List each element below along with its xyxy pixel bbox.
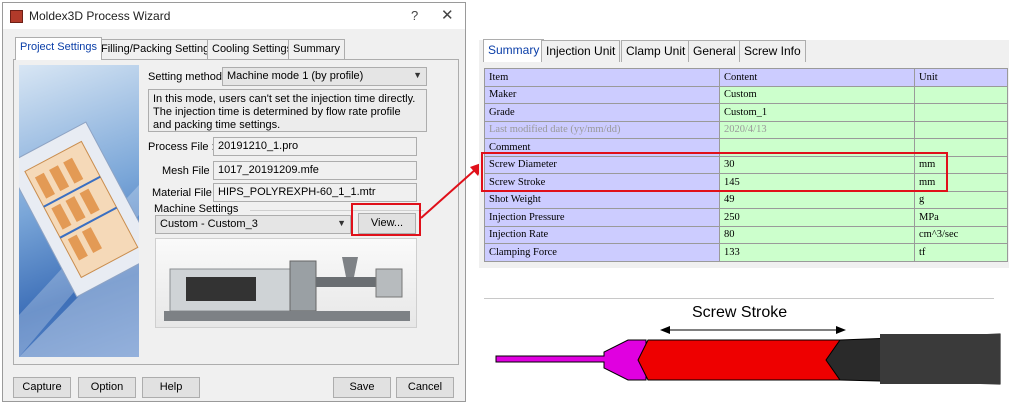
tab-screw-info[interactable]: Screw Info xyxy=(739,40,806,62)
row-item: Injection Rate xyxy=(484,225,720,244)
row-content[interactable]: 80 xyxy=(719,225,915,244)
close-icon[interactable]: ✕ xyxy=(441,6,454,24)
tab-general[interactable]: General xyxy=(688,40,741,62)
tab-project-settings[interactable]: Project Settings xyxy=(15,37,103,60)
table-row: Maker Custom xyxy=(484,85,1008,104)
tab-clamp-unit[interactable]: Clamp Unit xyxy=(621,40,691,62)
material-file-label: Material File : xyxy=(152,187,219,199)
table-row: Grade Custom_1 xyxy=(484,103,1008,122)
machine-image xyxy=(155,238,417,328)
row-content[interactable]: 133 xyxy=(719,243,915,262)
help-button[interactable]: Help xyxy=(142,377,200,398)
screw-rows-highlight xyxy=(481,152,948,192)
table-header-row: Item Content Unit xyxy=(484,68,1008,87)
row-item: Injection Pressure xyxy=(484,208,720,227)
table-row: Clamping Force 133 tf xyxy=(484,243,1008,262)
window-title: Moldex3D Process Wizard xyxy=(29,9,171,23)
process-file-field[interactable]: 20191210_1.pro xyxy=(213,137,417,156)
row-unit xyxy=(914,120,1008,139)
row-unit: cm^3/sec xyxy=(914,225,1008,244)
row-content: 2020/4/13 xyxy=(719,120,915,139)
view-button-highlight xyxy=(351,203,421,236)
row-item: Shot Weight xyxy=(484,190,720,209)
tab-injection-unit[interactable]: Injection Unit xyxy=(541,40,621,62)
tab-filling-packing-settings[interactable]: Filling/Packing Settings xyxy=(96,39,220,60)
setting-method-select[interactable]: Machine mode 1 (by profile) ▼ xyxy=(222,67,427,86)
column-header-item: Item xyxy=(484,68,720,87)
row-unit: MPa xyxy=(914,208,1008,227)
column-header-content: Content xyxy=(719,68,915,87)
tab-cooling-settings[interactable]: Cooling Settings xyxy=(207,39,298,60)
option-button[interactable]: Option xyxy=(78,377,136,398)
chevron-down-icon: ▼ xyxy=(413,70,422,80)
row-item: Grade xyxy=(484,103,720,122)
row-unit: g xyxy=(914,190,1008,209)
capture-button[interactable]: Capture xyxy=(13,377,71,398)
table-row: Last modified date (yy/mm/dd) 2020/4/13 xyxy=(484,120,1008,139)
row-unit: tf xyxy=(914,243,1008,262)
table-row: Injection Pressure 250 MPa xyxy=(484,208,1008,227)
process-wizard-window: Moldex3D Process Wizard ? ✕ Project Sett… xyxy=(2,2,466,402)
arrow-right-icon xyxy=(836,326,846,334)
row-unit xyxy=(914,85,1008,104)
injection-machine-icon xyxy=(164,257,410,321)
cancel-button[interactable]: Cancel xyxy=(396,377,454,398)
screw-stroke-diagram xyxy=(495,326,1001,385)
row-item: Maker xyxy=(484,85,720,104)
table-row: Shot Weight 49 g xyxy=(484,190,1008,209)
row-content[interactable]: Custom_1 xyxy=(719,103,915,122)
arrow-left-icon xyxy=(660,326,670,334)
mesh-file-field[interactable]: 1017_20191209.mfe xyxy=(213,161,417,180)
help-icon[interactable]: ? xyxy=(411,8,418,23)
row-item: Clamping Force xyxy=(484,243,720,262)
row-content[interactable]: 49 xyxy=(719,190,915,209)
row-content[interactable]: 250 xyxy=(719,208,915,227)
process-file-label: Process File : xyxy=(148,141,215,153)
row-unit xyxy=(914,103,1008,122)
mode-description: In this mode, users can't set the inject… xyxy=(148,89,427,132)
screw-body xyxy=(880,334,1000,384)
mesh-file-label: Mesh File : xyxy=(162,165,216,177)
title-bar: Moldex3D Process Wizard ? ✕ xyxy=(3,3,465,29)
setting-method-value: Machine mode 1 (by profile) xyxy=(227,70,364,82)
tab-machine-summary[interactable]: Summary xyxy=(483,39,545,62)
mold-illustration-icon xyxy=(19,121,139,357)
diagram-divider xyxy=(484,298,994,299)
setting-method-label: Setting method : xyxy=(148,71,229,83)
wizard-illustration xyxy=(19,65,139,357)
machine-select[interactable]: Custom - Custom_3 ▼ xyxy=(155,215,351,234)
chevron-down-icon: ▼ xyxy=(337,218,346,228)
nozzle-shape xyxy=(495,339,647,381)
column-header-unit: Unit xyxy=(914,68,1008,87)
tab-summary[interactable]: Summary xyxy=(288,39,346,60)
machine-value: Custom - Custom_3 xyxy=(160,218,258,230)
app-icon xyxy=(10,10,23,23)
table-row: Injection Rate 80 cm^3/sec xyxy=(484,225,1008,244)
row-item: Last modified date (yy/mm/dd) xyxy=(484,120,720,139)
material-file-field[interactable]: HIPS_POLYREXPH-60_1_1.mtr xyxy=(213,183,417,202)
machine-settings-label: Machine Settings xyxy=(154,203,239,215)
row-content[interactable]: Custom xyxy=(719,85,915,104)
save-button[interactable]: Save xyxy=(333,377,391,398)
